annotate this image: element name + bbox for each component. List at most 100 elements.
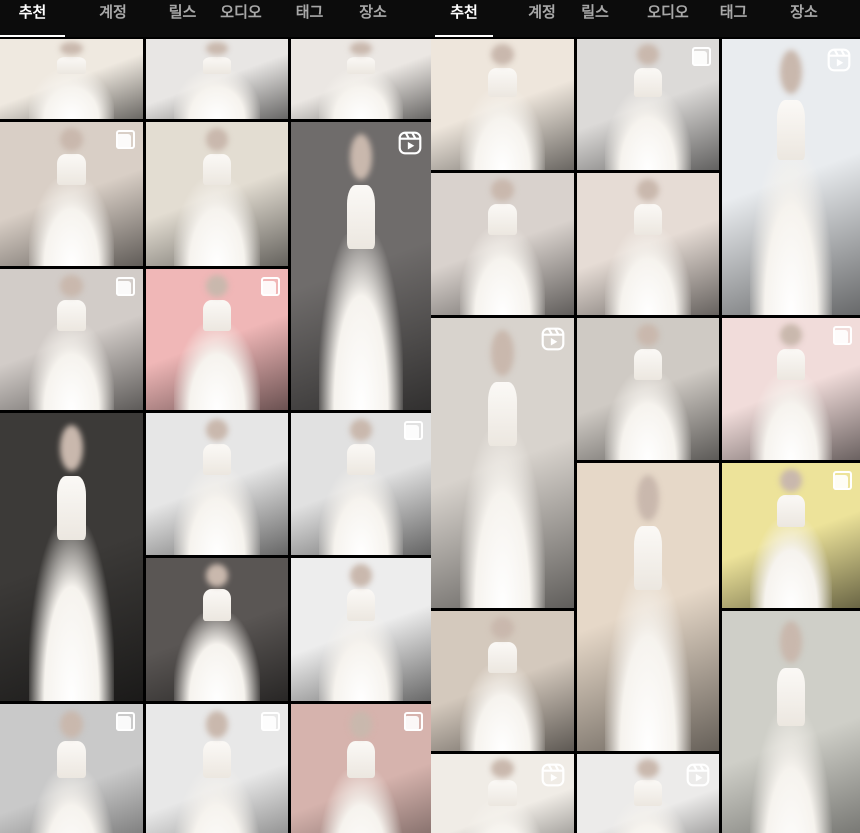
post-lace-gowns-hangers[interactable] [431,318,574,608]
dress-bodice-shape [202,300,232,332]
dress-skirt-shape [28,69,115,119]
dress-skirt-shape [174,612,260,701]
dress-skirt-shape [605,371,691,460]
dress-skirt-shape [174,322,260,410]
dress-bodice-shape [633,526,663,590]
blurred-face [349,42,373,55]
blurred-face [205,127,229,151]
dress-bodice-shape [347,740,375,778]
post-yellow-vneck-dress[interactable] [722,463,860,608]
post-mermaid-satin-white[interactable] [291,558,431,701]
blurred-face [491,758,514,778]
post-offshoulder-bride[interactable] [146,704,288,833]
carousel-icon [401,712,423,734]
post-pink-short-dress[interactable] [722,318,860,460]
dress-skirt-shape [459,226,546,315]
dress-bodice-shape [57,56,86,75]
explore-panel-right: 추천 계정 릴스 오디오 태그 장소 [431,0,860,833]
tab-audio[interactable]: 오디오 [207,0,275,37]
dress-skirt-shape [459,88,546,170]
explore-panel-left: 추천 계정 릴스 오디오 태그 장소 [0,0,431,833]
tab-accounts[interactable]: 계정 [511,0,573,37]
post-polka-dot-gown[interactable] [577,318,719,460]
post-puff-sleeve-window[interactable] [431,754,574,833]
reels-badge [826,47,852,73]
dress-bodice-shape [777,494,805,527]
post-white-skirt-studio[interactable] [146,39,288,119]
tab-reels[interactable]: 릴스 [150,0,215,37]
post-lace-capsleeve-gown[interactable] [146,122,288,266]
post-offshoulder-ivory[interactable] [431,39,574,170]
post-mirror-bride-curtains[interactable] [431,611,574,751]
dress-skirt-shape [605,88,691,170]
tab-audio[interactable]: 오디오 [637,0,699,37]
post-dress-rack-mannequins[interactable] [577,39,719,170]
dress-skirt-shape [319,69,403,119]
carousel-icon [258,712,280,734]
tab-tags[interactable]: 태그 [282,0,337,37]
carousel-icon [258,277,280,299]
post-sweetheart-bride[interactable] [431,173,574,315]
dress-skirt-shape [459,428,546,608]
blurred-face [636,758,660,778]
blurred-face [349,710,373,738]
carousel-icon [689,47,711,69]
post-pink-sofa-gown[interactable] [291,704,431,833]
reels-badge [685,762,711,788]
dress-bodice-shape [488,641,517,673]
post-dark-blurred-skirt[interactable] [0,413,143,701]
blurred-face [60,710,83,738]
blurred-face [779,621,803,664]
post-bw-bride-holding-skirt[interactable] [0,704,143,833]
tab-accounts[interactable]: 계정 [82,0,144,37]
dress-bodice-shape [202,153,232,186]
dress-bodice-shape [488,204,517,236]
post-strapless-bouquet[interactable] [0,122,143,266]
dress-bodice-shape [57,476,86,540]
dress-bodice-shape [347,185,375,249]
tab-reels[interactable]: 릴스 [575,0,615,37]
dress-bodice-shape [347,56,375,75]
tab-tags[interactable]: 태그 [716,0,751,37]
post-lace-closeup[interactable] [577,173,719,315]
blurred-face [779,50,803,95]
post-seated-tulle-bride[interactable] [0,269,143,410]
tab-places[interactable]: 장소 [351,0,395,37]
tab-recommended[interactable]: 추천 [435,0,493,37]
post-asymmetric-mannequin-window[interactable] [722,39,860,315]
blurred-face [636,178,660,202]
blurred-face [205,710,229,738]
post-satin-aline-studio[interactable] [291,413,431,555]
blurred-face [636,474,660,521]
dress-bodice-shape [633,349,663,381]
post-satin-cap-sleeve[interactable] [577,463,719,751]
dress-bodice-shape [347,444,375,476]
blurred-face [205,274,229,298]
post-glitter-train[interactable] [146,558,288,701]
blurred-face [779,468,803,492]
dress-skirt-shape [28,176,115,266]
blurred-face [205,42,229,55]
post-blurred-garden-bride[interactable] [722,611,860,833]
dress-skirt-shape [174,69,260,119]
tab-recommended[interactable]: 추천 [0,0,65,37]
tab-places[interactable]: 장소 [785,0,823,37]
post-bride-bouquet-tall[interactable] [577,754,719,833]
reels-icon [541,763,565,787]
post-aline-gown-grey[interactable] [146,413,288,555]
carousel-icon [113,712,135,734]
reels-badge [540,326,566,352]
reels-icon [827,48,851,72]
dress-skirt-shape [749,371,833,460]
post-pink-backdrop-gown[interactable] [146,269,288,410]
dress-bodice-shape [777,668,805,726]
post-sparkle-ballgown[interactable] [291,122,431,410]
dress-bodice-shape [777,349,805,381]
blurred-face [60,424,83,471]
carousel-icon [401,421,423,443]
post-ivory-ballgown-skirt[interactable] [0,39,143,119]
dress-skirt-shape [749,710,833,833]
dress-skirt-shape [459,664,546,751]
post-bride-bouquet-skirt[interactable] [291,39,431,119]
blurred-face [636,44,660,66]
